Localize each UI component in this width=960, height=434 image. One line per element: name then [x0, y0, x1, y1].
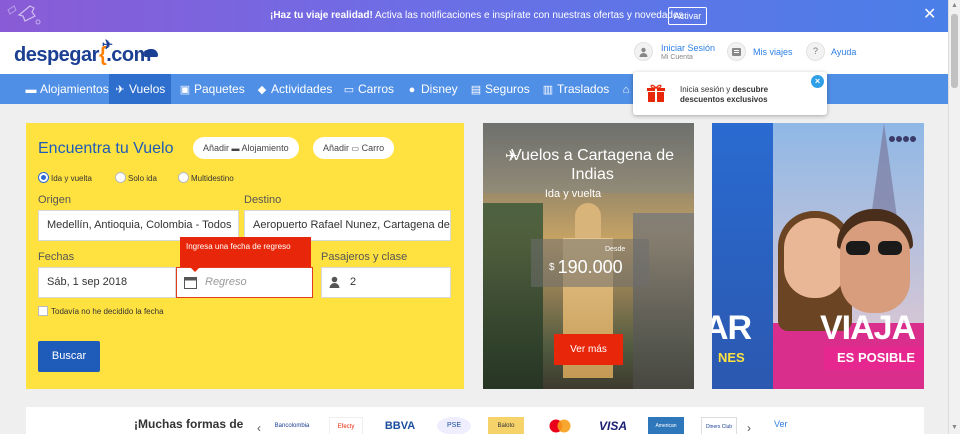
radio-multi-destination[interactable]: Multidestino: [178, 172, 234, 183]
nav-item-alojamientos[interactable]: ▬ Alojamientos: [20, 74, 109, 104]
ticket-icon: ◆: [257, 84, 267, 96]
login-link[interactable]: Iniciar Sesión: [661, 43, 715, 53]
close-icon[interactable]: ✕: [923, 6, 936, 24]
home-icon[interactable]: ⌂: [615, 74, 635, 104]
payment-logo-diners: Diners Club: [701, 417, 737, 434]
notification-message: ¡Haz tu viaje realidad! Activa las notif…: [270, 10, 687, 21]
notification-bar: ¡Haz tu viaje realidad! Activa las notif…: [0, 0, 948, 32]
vertical-scrollbar[interactable]: ▲ ▼: [948, 0, 960, 434]
search-title: Encuentra tu Vuelo: [38, 140, 174, 157]
passengers-input[interactable]: 2: [321, 267, 451, 298]
car-icon: ▭: [351, 144, 360, 153]
card-title: Vuelos a Cartagena de Indias: [510, 147, 675, 183]
payment-methods-strip: ¡Muchas formas de ‹ Bancolombia Efecty B…: [26, 407, 924, 434]
user-icon[interactable]: [634, 42, 653, 61]
add-hotel-button[interactable]: Añadir ▬ Alojamiento: [193, 137, 299, 159]
my-trips-link[interactable]: Mis viajes: [753, 47, 793, 57]
chevron-left-icon[interactable]: ‹: [257, 421, 261, 434]
return-date-error-tooltip: Ingresa una fecha de regreso: [180, 237, 311, 272]
promo-text: Inicia sesión y descubre descuentos excl…: [680, 85, 769, 104]
chevron-right-icon[interactable]: ›: [747, 421, 751, 434]
promo-card-cartagena[interactable]: ✈ Vuelos a Cartagena de Indias Ida y vue…: [483, 123, 694, 389]
hat-icon: [144, 49, 158, 57]
depart-date-input[interactable]: Sáb, 1 sep 2018: [38, 267, 176, 298]
flight-search-box: Encuentra tu Vuelo Añadir ▬ Alojamiento …: [26, 123, 464, 389]
payment-logo-mastercard: [543, 417, 577, 434]
scroll-up-icon[interactable]: ▲: [951, 2, 958, 9]
payment-logo-pse: PSE: [437, 417, 471, 434]
help-icon[interactable]: ?: [806, 42, 825, 61]
shield-icon: ▤: [470, 84, 482, 96]
suitcase-icon: ▣: [179, 84, 191, 96]
passengers-label: Pasajeros y clase: [321, 251, 408, 263]
close-promo-icon[interactable]: ×: [811, 75, 824, 88]
bell-icon: [7, 5, 41, 25]
payment-logo-bancolombia: Bancolombia: [274, 417, 310, 434]
login-promo-popup: Inicia sesión y descubre descuentos excl…: [633, 72, 827, 115]
price-value: $190.000: [549, 257, 623, 277]
car-icon: ▭: [343, 84, 355, 96]
scrollbar-thumb[interactable]: [951, 14, 958, 88]
payment-logo-efecty: Efecty: [329, 417, 363, 434]
nav-item-disney[interactable]: ● Disney: [401, 74, 458, 104]
nav-item-traslados[interactable]: ▥ Traslados: [537, 74, 609, 104]
plane-icon: ✈: [115, 84, 125, 96]
destination-label: Destino: [244, 194, 282, 206]
trips-icon[interactable]: [727, 42, 746, 61]
origin-label: Origen: [38, 194, 72, 206]
payments-title: ¡Muchas formas de: [134, 417, 244, 431]
plane-icon: ✈: [102, 37, 113, 52]
activate-notifications-button[interactable]: Activar: [668, 7, 707, 25]
help-link[interactable]: Ayuda: [831, 47, 856, 57]
calendar-icon: [184, 277, 197, 289]
dates-label: Fechas: [38, 251, 75, 263]
bus-icon: ▥: [542, 84, 554, 96]
nav-item-vuelos[interactable]: ✈ Vuelos: [109, 74, 171, 104]
search-button[interactable]: Buscar: [38, 341, 100, 372]
scroll-down-icon[interactable]: ▼: [951, 424, 958, 431]
payment-logo-amex: American Express: [648, 417, 684, 434]
price-from-label: Desde: [605, 246, 626, 253]
bed-icon: ▬: [231, 144, 240, 153]
undecided-date-checkbox[interactable]: Todavía no he decidido la fecha: [38, 306, 164, 316]
nav-item-carros[interactable]: ▭ Carros: [338, 74, 394, 104]
user-icon: [329, 276, 340, 288]
site-header: despegar{.com ✈ Iniciar Sesión Mi Cuenta…: [0, 32, 948, 74]
carousel-dots[interactable]: [888, 131, 916, 145]
payment-logo-visa: VISA: [593, 417, 633, 434]
see-more-button[interactable]: Ver más: [554, 334, 623, 365]
despegar-logo[interactable]: despegar{.com ✈: [14, 37, 158, 67]
nav-item-seguros[interactable]: ▤ Seguros: [465, 74, 530, 104]
add-car-button[interactable]: Añadir ▭ Carro: [313, 137, 395, 159]
nav-item-actividades[interactable]: ◆ Actividades: [251, 74, 333, 104]
radio-round-trip[interactable]: Ida y vuelta: [38, 172, 92, 183]
promo-card-paris[interactable]: AR VIAJA NES ES POSIBLE: [712, 123, 924, 389]
see-all-payments-link[interactable]: Ver: [774, 419, 788, 429]
banner-tagline-left: NES: [718, 350, 745, 365]
payment-logo-bbva: BBVA: [380, 417, 420, 434]
mickey-icon: ●: [408, 84, 416, 96]
bed-icon: ▬: [25, 84, 37, 96]
card-subtitle: Ida y vuelta: [544, 188, 602, 200]
my-account-label[interactable]: Mi Cuenta: [661, 54, 693, 61]
banner-tagline: ES POSIBLE: [837, 350, 916, 365]
payment-logo-baloto: Baloto: [488, 417, 524, 434]
radio-one-way[interactable]: Solo ida: [115, 172, 157, 183]
nav-item-paquetes[interactable]: ▣ Paquetes: [174, 74, 245, 104]
gift-icon: [647, 84, 665, 102]
